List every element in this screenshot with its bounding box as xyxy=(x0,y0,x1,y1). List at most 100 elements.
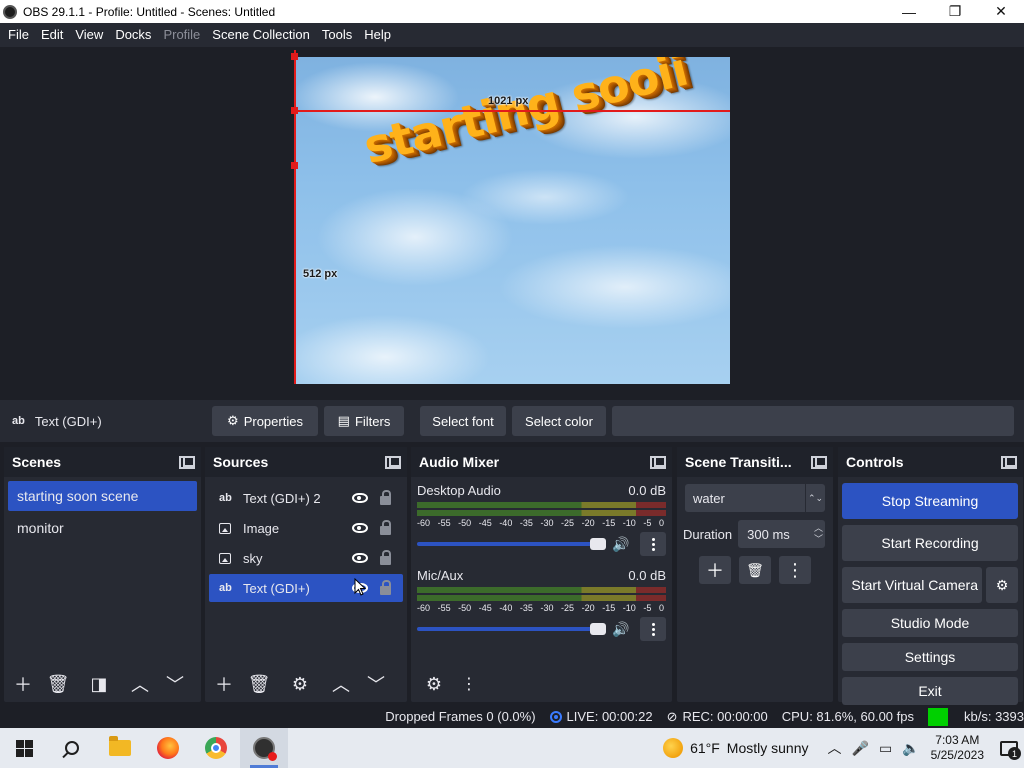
speaker-icon[interactable]: 🔊 xyxy=(612,536,632,553)
move-source-up-button[interactable]: ︿ xyxy=(326,670,356,698)
spin-arrows-icon[interactable]: ︿ ﹀ xyxy=(814,520,823,548)
stop-streaming-button[interactable]: Stop Streaming xyxy=(842,483,1018,519)
visibility-eye-icon[interactable] xyxy=(352,493,368,503)
text-color-field[interactable] xyxy=(612,406,1014,436)
float-dock-icon[interactable] xyxy=(1001,455,1017,469)
filters-label: Filters xyxy=(354,413,391,429)
virtual-camera-settings-button[interactable]: ⚙ xyxy=(986,567,1018,603)
remove-scene-button[interactable]: 🗑 xyxy=(43,670,73,698)
source-item[interactable]: ab Text (GDI+) 2 xyxy=(209,484,403,512)
scene-item[interactable]: monitor xyxy=(8,513,197,543)
meter-tick-label: -5 xyxy=(643,518,652,528)
visibility-eye-icon[interactable] xyxy=(352,553,368,563)
float-dock-icon[interactable] xyxy=(811,455,827,469)
preview-text-source[interactable]: starting sooii xyxy=(358,57,692,174)
more-options-button[interactable] xyxy=(640,617,666,641)
mixer-menu-button[interactable]: ⋮ xyxy=(454,670,484,698)
resize-handle-bottom[interactable] xyxy=(291,162,298,169)
menu-file[interactable]: File xyxy=(2,23,35,47)
volume-slider[interactable] xyxy=(417,538,606,550)
menu-view[interactable]: View xyxy=(69,23,109,47)
exit-button[interactable]: Exit xyxy=(842,677,1018,705)
preview-canvas[interactable]: starting sooii 1021 px 512 px xyxy=(295,57,730,384)
channel-db: 0.0 dB xyxy=(628,568,666,583)
resize-handle-middle[interactable] xyxy=(291,107,298,114)
move-scene-up-button[interactable]: ︿ xyxy=(125,670,155,698)
transition-select[interactable]: water ⌃⌄ xyxy=(685,484,825,512)
remove-source-button[interactable]: 🗑 xyxy=(244,670,274,698)
select-font-button[interactable]: Select font xyxy=(420,406,506,436)
select-color-button[interactable]: Select color xyxy=(512,406,606,436)
duration-value: 300 ms xyxy=(747,526,790,542)
add-source-button[interactable]: ＋ xyxy=(209,670,239,698)
microphone-icon[interactable]: 🎤 xyxy=(852,740,869,757)
move-scene-down-button[interactable]: ﹀ xyxy=(160,670,190,698)
lock-icon[interactable] xyxy=(380,519,391,535)
menu-scene-collection[interactable]: Scene Collection xyxy=(206,23,316,47)
volume-icon[interactable]: 🔈 xyxy=(902,740,919,757)
lock-icon[interactable] xyxy=(380,579,391,595)
width-label: 1021 px xyxy=(488,95,529,107)
filters-button[interactable]: ▤ Filters xyxy=(324,406,404,436)
speaker-icon[interactable]: 🔊 xyxy=(612,621,632,638)
start-recording-button[interactable]: Start Recording xyxy=(842,525,1018,561)
obs-icon xyxy=(253,737,277,761)
transition-properties-button[interactable]: ⋮ xyxy=(779,556,811,584)
preview-area[interactable]: starting sooii 1021 px 512 px xyxy=(0,47,1024,400)
channel-db: 0.0 dB xyxy=(628,483,666,498)
volume-slider[interactable] xyxy=(417,623,606,635)
source-properties-button[interactable]: ⚙ xyxy=(285,670,315,698)
menu-edit[interactable]: Edit xyxy=(35,23,69,47)
audio-mixer-toolbar: ⚙ ⋮ xyxy=(411,666,672,702)
remove-transition-button[interactable]: 🗑 xyxy=(739,556,771,584)
source-item[interactable]: ab Text (GDI+) xyxy=(209,574,403,602)
weather-widget[interactable]: 61°F Mostly sunny xyxy=(663,738,809,758)
weather-temp: 61°F xyxy=(690,740,720,756)
chrome-button[interactable] xyxy=(192,728,240,768)
advanced-audio-settings-button[interactable]: ⚙ xyxy=(419,670,449,698)
float-dock-icon[interactable] xyxy=(650,455,666,469)
start-button[interactable] xyxy=(0,728,48,768)
settings-button[interactable]: Settings xyxy=(842,643,1018,671)
studio-mode-button[interactable]: Studio Mode xyxy=(842,609,1018,637)
scene-item[interactable]: starting soon scene xyxy=(8,481,197,511)
minimize-button[interactable]: — xyxy=(886,0,932,23)
float-dock-icon[interactable] xyxy=(385,455,401,469)
maximize-button[interactable]: ❐ xyxy=(932,0,978,23)
weather-desc: Mostly sunny xyxy=(726,740,809,756)
add-transition-button[interactable]: ＋ xyxy=(699,556,731,584)
meter-tick-label: -35 xyxy=(519,603,533,613)
title-bar: OBS 29.1.1 - Profile: Untitled - Scenes:… xyxy=(0,0,1024,23)
show-hidden-icons-chevron-icon[interactable]: ︿ xyxy=(828,738,842,758)
start-virtual-camera-button[interactable]: Start Virtual Camera xyxy=(842,567,982,603)
source-item[interactable]: Image xyxy=(209,514,403,542)
controls-dock: Controls Stop Streaming Start Recording … xyxy=(838,447,1023,705)
taskbar-clock[interactable]: 7:03 AM 5/25/2023 xyxy=(931,733,984,763)
properties-button[interactable]: ⚙ Properties xyxy=(212,406,318,436)
move-source-down-button[interactable]: ﹀ xyxy=(361,670,391,698)
source-item[interactable]: sky xyxy=(209,544,403,572)
sources-dock: Sources ab Text (GDI+) 2 Image sky ab Te… xyxy=(205,447,407,702)
add-scene-button[interactable]: ＋ xyxy=(8,670,38,698)
lock-icon[interactable] xyxy=(380,489,391,505)
file-explorer-button[interactable] xyxy=(96,728,144,768)
firefox-button[interactable] xyxy=(144,728,192,768)
lock-icon[interactable] xyxy=(380,549,391,565)
network-icon[interactable]: ▭ xyxy=(879,740,892,757)
visibility-eye-icon[interactable] xyxy=(352,523,368,533)
rec-time: REC: 00:00:00 xyxy=(682,709,768,724)
float-dock-icon[interactable] xyxy=(179,455,195,469)
menu-docks[interactable]: Docks xyxy=(109,23,157,47)
menu-help[interactable]: Help xyxy=(358,23,397,47)
taskbar-search-button[interactable] xyxy=(48,728,96,768)
notification-center-button[interactable]: 1 xyxy=(994,728,1024,768)
scene-filters-button[interactable]: ◨ xyxy=(84,670,114,698)
selected-source-label: ab Text (GDI+) xyxy=(0,414,212,429)
more-options-button[interactable] xyxy=(640,532,666,556)
obs-taskbar-button[interactable] xyxy=(240,728,288,768)
source-name: Text (GDI+) 2 xyxy=(243,490,321,506)
duration-spinbox[interactable]: 300 ms ︿ ﹀ xyxy=(738,520,825,548)
menu-tools[interactable]: Tools xyxy=(316,23,358,47)
resize-handle-top[interactable] xyxy=(291,53,298,60)
close-button[interactable]: ✕ xyxy=(978,0,1024,23)
